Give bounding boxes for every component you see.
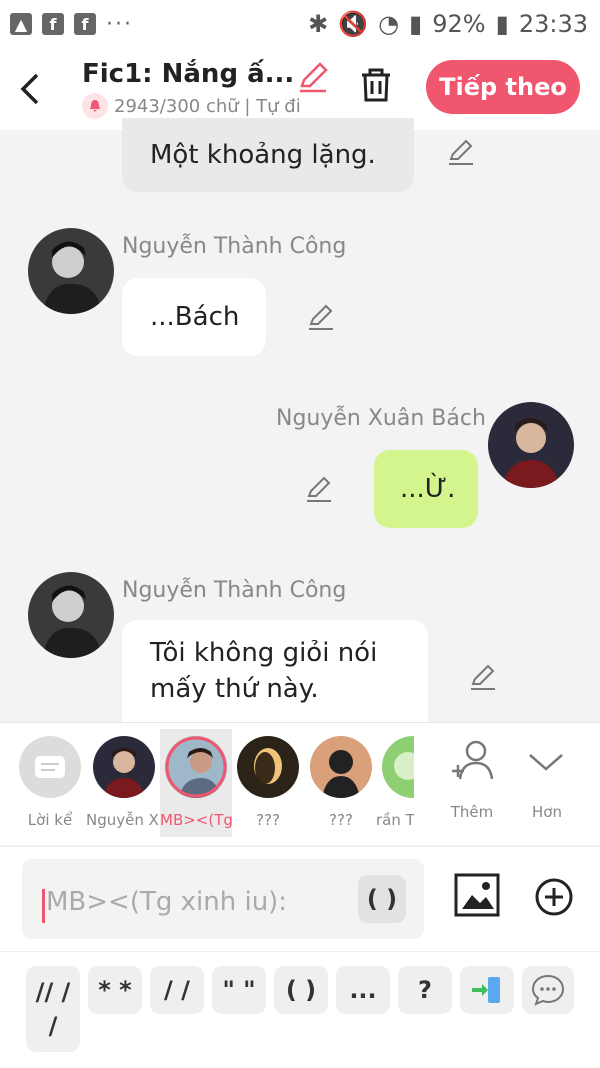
- character-label: Nguyễn X...: [86, 811, 162, 829]
- character-label: rần T: [376, 811, 414, 829]
- quick-key-question[interactable]: ?: [398, 966, 452, 1014]
- wifi-icon: ◔: [378, 10, 400, 38]
- character-avatar[interactable]: [93, 736, 155, 798]
- clock: 23:33: [518, 10, 588, 38]
- quick-keys-bar: // / / * * / / " " ( ) ... ?: [0, 951, 600, 1068]
- status-bar: ▲ f f ··· ✱ 🔇 ◔ ▮ 92% ▮ 23:33: [0, 0, 600, 48]
- insert-image-button[interactable]: [454, 873, 500, 921]
- more-characters-button[interactable]: [526, 749, 566, 779]
- pencil-icon: [300, 62, 328, 93]
- edit-message-button[interactable]: [446, 137, 476, 171]
- parentheses-button[interactable]: ( ): [358, 875, 406, 923]
- message-bubble[interactable]: ...Ừ.: [374, 450, 478, 528]
- edit-message-button[interactable]: [468, 662, 498, 696]
- image-icon: [454, 873, 500, 917]
- phone-transition-icon: [472, 977, 500, 1003]
- facebook-icon: f: [74, 13, 96, 35]
- narration-icon: [35, 756, 65, 778]
- composer: MB><(Tg xinh iu): ( ): [0, 846, 600, 951]
- message-bubble[interactable]: Tôi không giỏi nói mấy thứ này.: [122, 620, 428, 722]
- input-placeholder: MB><(Tg xinh iu):: [46, 887, 288, 917]
- add-button[interactable]: [534, 877, 574, 921]
- bluetooth-icon: ✱: [308, 10, 329, 38]
- next-button[interactable]: Tiếp theo: [426, 60, 580, 114]
- trash-icon: [362, 68, 390, 102]
- pencil-icon: [307, 476, 331, 502]
- chat-bubble-icon: [531, 974, 565, 1006]
- quick-key-transition[interactable]: [460, 966, 514, 1014]
- mute-icon: 🔇: [338, 10, 369, 38]
- battery-level: 92%: [432, 10, 486, 38]
- message-input[interactable]: MB><(Tg xinh iu): ( ): [22, 859, 424, 939]
- delete-button[interactable]: [358, 66, 394, 108]
- character-avatar-selected[interactable]: [165, 736, 227, 798]
- avatar[interactable]: [488, 402, 574, 488]
- character-label: Lời kể: [27, 811, 73, 829]
- character-avatar[interactable]: [310, 736, 372, 798]
- battery-icon: ▮: [495, 10, 509, 38]
- pencil-icon: [471, 664, 495, 690]
- quick-key-ellipsis[interactable]: ...: [336, 966, 390, 1014]
- edit-title-button[interactable]: [296, 60, 330, 98]
- character-selector: Lời kể Nguyễn X... MB><(Tg x... ??? ??? …: [0, 722, 600, 845]
- back-button[interactable]: [0, 59, 60, 119]
- plus-circle-icon: [535, 878, 573, 916]
- bell-icon: [82, 93, 108, 119]
- character-label: MB><(Tg x...: [160, 811, 232, 829]
- edit-message-button[interactable]: [304, 474, 334, 508]
- character-label: ???: [256, 811, 280, 829]
- image-notification-icon: ▲: [10, 13, 32, 35]
- quick-key-parentheses[interactable]: ( ): [274, 966, 328, 1014]
- pencil-icon: [309, 304, 333, 330]
- more-characters-label: Hơn: [532, 803, 562, 821]
- add-character-label: Thêm: [450, 803, 494, 821]
- edit-message-button[interactable]: [306, 302, 336, 336]
- quick-key-chat[interactable]: [522, 966, 574, 1014]
- avatar[interactable]: [28, 572, 114, 658]
- word-count: 2943/300 chữ | Tự đi: [114, 95, 301, 117]
- character-avatar[interactable]: [382, 736, 414, 798]
- character-label: ???: [329, 811, 353, 829]
- narrator-button[interactable]: [19, 736, 81, 798]
- character-avatar[interactable]: [237, 736, 299, 798]
- quick-key-quotes[interactable]: " ": [212, 966, 266, 1014]
- sender-name: Nguyễn Thành Công: [122, 234, 347, 259]
- sender-name: Nguyễn Thành Công: [122, 578, 347, 603]
- pencil-icon: [449, 139, 473, 165]
- more-notifications-icon: ···: [106, 11, 133, 37]
- back-arrow-icon: [20, 73, 39, 105]
- story-title[interactable]: Fic1: Nắng ấ...: [82, 59, 332, 89]
- message-bubble[interactable]: ...Bách: [122, 278, 266, 356]
- avatar[interactable]: [28, 228, 114, 314]
- quick-key-double-slash[interactable]: / /: [150, 966, 204, 1014]
- chevron-down-icon: [529, 754, 563, 771]
- quick-key-slashes[interactable]: // / /: [26, 966, 80, 1052]
- facebook-icon: f: [42, 13, 64, 35]
- narration-bubble[interactable]: Một khoảng lặng.: [122, 118, 414, 192]
- sender-name: Nguyễn Xuân Bách: [276, 406, 486, 431]
- text-caret: [42, 889, 45, 923]
- quick-key-asterisks[interactable]: * *: [88, 966, 142, 1014]
- add-person-icon: [452, 740, 494, 780]
- add-character-button[interactable]: [444, 737, 500, 787]
- signal-icon: ▮: [409, 10, 423, 38]
